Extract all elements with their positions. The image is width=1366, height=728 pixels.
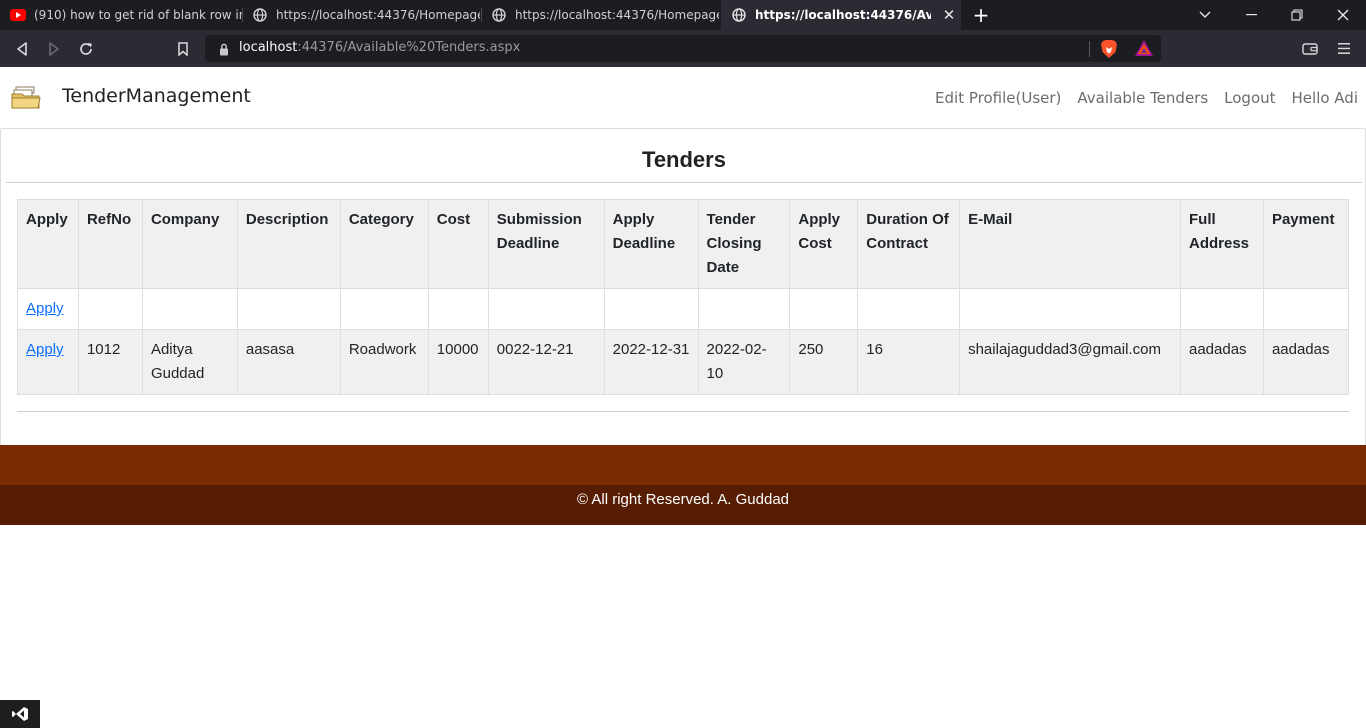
cell-cost: 10000	[427, 329, 489, 395]
cell-apply-cost	[789, 288, 859, 330]
cell-apply-deadline: 2022-12-31	[603, 329, 699, 395]
cell-payment: aadadas	[1262, 329, 1350, 395]
cell-description	[236, 288, 341, 330]
browser-toolbar: localhost:44376/Available%20Tenders.aspx	[0, 30, 1366, 67]
browser-tab-active[interactable]: https://localhost:44376/Available	[721, 0, 961, 30]
nav-greeting[interactable]: Hello Adi	[1292, 89, 1358, 107]
cell-tender-closing-date: 2022-02-10	[697, 329, 791, 395]
cell-full-address	[1180, 288, 1264, 330]
col-cost: Cost	[427, 199, 489, 289]
tab-title: (910) how to get rid of blank row in gr	[34, 8, 242, 22]
close-tab-icon[interactable]: ✕	[937, 0, 961, 30]
globe-icon	[731, 7, 747, 23]
globe-icon	[491, 7, 507, 23]
cell-email: shailajaguddad3@gmail.com	[959, 329, 1181, 395]
nav-available-tenders[interactable]: Available Tenders	[1077, 89, 1208, 107]
web-page: TenderManagement Edit Profile(User) Avai…	[0, 67, 1366, 728]
cell-category	[339, 288, 429, 330]
col-full-address: Full Address	[1180, 199, 1264, 289]
col-description: Description	[236, 199, 341, 289]
nav-links: Edit Profile(User) Available Tenders Log…	[919, 89, 1358, 107]
cell-duration: 16	[857, 329, 961, 395]
restore-button[interactable]	[1274, 0, 1320, 30]
apply-link[interactable]: Apply	[26, 300, 64, 317]
cell-cost	[427, 288, 489, 330]
reload-icon[interactable]	[72, 30, 100, 67]
close-window-button[interactable]	[1320, 0, 1366, 30]
cell-tender-closing-date	[697, 288, 791, 330]
url-text[interactable]: localhost:44376/Available%20Tenders.aspx	[239, 40, 520, 55]
browser-tab-2[interactable]: https://localhost:44376/Homepage.aspx	[242, 0, 480, 30]
cell-refno	[77, 288, 143, 330]
cell-description: aasasa	[236, 329, 341, 395]
bookmark-icon[interactable]	[169, 30, 197, 67]
col-duration-of-contract: Duration Of Contract	[857, 199, 961, 289]
cell-category: Roadwork	[339, 329, 429, 395]
cell-payment	[1262, 288, 1350, 330]
globe-icon	[252, 7, 268, 23]
cell-email	[959, 288, 1181, 330]
copyright-text: © All right Reserved. A. Guddad	[577, 491, 789, 508]
minimize-button[interactable]	[1228, 0, 1274, 30]
back-icon[interactable]	[8, 30, 36, 67]
divider	[6, 182, 1362, 183]
browser-tab-bar: (910) how to get rid of blank row in gr …	[0, 0, 1366, 30]
browser-tab-3[interactable]: https://localhost:44376/Homepage.aspx	[481, 0, 719, 30]
lock-icon	[219, 41, 229, 60]
browser-tab-1[interactable]: (910) how to get rid of blank row in gr	[0, 0, 242, 30]
cell-apply-deadline	[603, 288, 699, 330]
menu-icon[interactable]	[1330, 30, 1358, 67]
col-tender-closing-date: Tender Closing Date	[697, 199, 791, 289]
table-header-row: Apply RefNo Company Description Category…	[17, 199, 1350, 289]
new-tab-button[interactable]: +	[970, 0, 992, 30]
col-email: E-Mail	[959, 199, 1181, 289]
col-payment: Payment	[1262, 199, 1350, 289]
nav-edit-profile[interactable]: Edit Profile(User)	[935, 89, 1061, 107]
col-refno: RefNo	[77, 199, 143, 289]
footer-band	[0, 445, 1366, 485]
wallet-icon[interactable]	[1296, 30, 1324, 67]
cell-full-address: aadadas	[1180, 329, 1264, 395]
divider	[17, 411, 1349, 412]
cell-apply-cost: 250	[789, 329, 859, 395]
site-navbar: TenderManagement Edit Profile(User) Avai…	[0, 67, 1366, 129]
brave-rewards-icon[interactable]	[1134, 39, 1154, 61]
table-row: Apply 1012 Aditya Guddad aasasa Roadwork…	[17, 329, 1350, 395]
nav-logout[interactable]: Logout	[1224, 89, 1275, 107]
brave-shields-icon[interactable]	[1100, 39, 1118, 63]
tab-title: https://localhost:44376/Homepage.aspx	[515, 8, 719, 22]
col-apply-cost: Apply Cost	[789, 199, 859, 289]
col-submission-deadline: Submission Deadline	[487, 199, 605, 289]
cell-submission-deadline: 0022-12-21	[487, 329, 605, 395]
folder-logo-icon	[10, 83, 42, 115]
table-row: Apply	[17, 288, 1350, 330]
cell-duration	[857, 288, 961, 330]
tenders-table: Apply RefNo Company Description Category…	[17, 199, 1350, 395]
col-company: Company	[141, 199, 238, 289]
page-title: Tenders	[642, 147, 726, 172]
tab-title: https://localhost:44376/Available	[755, 8, 931, 22]
cell-company	[141, 288, 238, 330]
youtube-icon	[10, 7, 26, 23]
apply-link[interactable]: Apply	[26, 341, 64, 358]
cell-refno: 1012	[77, 329, 143, 395]
cell-submission-deadline	[487, 288, 605, 330]
site-brand[interactable]: TenderManagement	[62, 85, 251, 107]
col-apply: Apply	[17, 199, 79, 289]
visual-studio-icon[interactable]	[0, 700, 40, 728]
tab-title: https://localhost:44376/Homepage.aspx	[276, 8, 480, 22]
address-bar[interactable]: localhost:44376/Available%20Tenders.aspx	[205, 35, 1161, 62]
cell-company: Aditya Guddad	[141, 329, 238, 395]
tab-search-icon[interactable]	[1182, 0, 1228, 30]
footer: © All right Reserved. A. Guddad	[0, 485, 1366, 525]
col-apply-deadline: Apply Deadline	[603, 199, 699, 289]
forward-icon[interactable]	[40, 30, 68, 67]
col-category: Category	[339, 199, 429, 289]
